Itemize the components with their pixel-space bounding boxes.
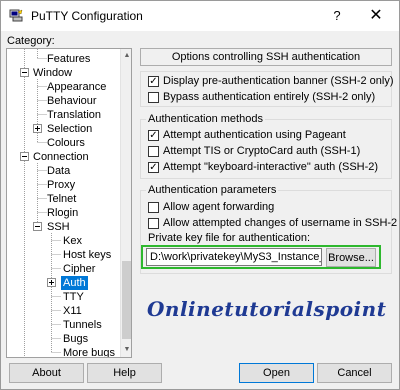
window-title: PuTTY Configuration	[31, 9, 143, 23]
expand-selection-icon[interactable]	[33, 124, 42, 133]
category-label: Category:	[7, 35, 55, 47]
tree-item-bugs[interactable]: Bugs	[63, 332, 88, 346]
collapse-window-icon[interactable]	[20, 68, 29, 77]
tree-item-rlogin[interactable]: Rlogin	[47, 206, 78, 220]
open-button[interactable]: Open	[239, 363, 314, 383]
tree-item-features[interactable]: Features	[47, 52, 90, 66]
about-button[interactable]: About	[9, 363, 84, 383]
tree-item-connection[interactable]: Connection	[33, 150, 89, 164]
watermark-text: Onlinetutorialspoint	[147, 297, 387, 321]
tree-item-proxy[interactable]: Proxy	[47, 178, 75, 192]
tree-item-tty[interactable]: TTY	[63, 290, 84, 304]
tree-item-ssh[interactable]: SSH	[47, 220, 70, 234]
close-window-button[interactable]: ✕	[359, 5, 393, 27]
panel-header: Options controlling SSH authentication	[140, 48, 392, 66]
auth-methods-title: Authentication methods	[146, 113, 265, 125]
tree-item-window[interactable]: Window	[33, 66, 72, 80]
tree-item-data[interactable]: Data	[47, 164, 70, 178]
tree-item-appearance[interactable]: Appearance	[47, 80, 106, 94]
username-change-checkbox[interactable]	[148, 218, 159, 229]
title-bar[interactable]: PuTTY Configuration ? ✕	[1, 1, 399, 31]
tree-item-x11[interactable]: X11	[63, 304, 82, 318]
keyboard-interactive-checkbox[interactable]: ✓	[148, 162, 159, 173]
auth-params-title: Authentication parameters	[146, 184, 279, 196]
scroll-up-arrow-icon[interactable]: ▲	[121, 49, 131, 63]
display-banner-checkbox[interactable]: ✓	[148, 76, 159, 87]
private-key-file-input[interactable]: D:\work\privatekey\MyS3_Instance_Priv	[146, 248, 322, 266]
agent-forwarding-checkbox[interactable]	[148, 202, 159, 213]
tree-item-colours[interactable]: Colours	[47, 136, 85, 150]
tree-item-auth[interactable]: Auth	[61, 276, 88, 290]
collapse-connection-icon[interactable]	[20, 152, 29, 161]
tis-checkbox[interactable]	[148, 146, 159, 157]
tree-item-cipher[interactable]: Cipher	[63, 262, 95, 276]
tree-scrollbar[interactable]: ▲ ▼	[120, 49, 131, 357]
tree-item-host-keys[interactable]: Host keys	[63, 248, 111, 262]
cancel-button[interactable]: Cancel	[317, 363, 392, 383]
putty-app-icon	[9, 9, 23, 22]
expand-auth-icon[interactable]	[47, 278, 56, 287]
key-file-label: Private key file for authentication:	[148, 232, 311, 244]
putty-configuration-window: PuTTY Configuration ? ✕ Category: Featur…	[0, 0, 400, 390]
tree-item-translation[interactable]: Translation	[47, 108, 101, 122]
tree-item-tunnels[interactable]: Tunnels	[63, 318, 102, 332]
help-button[interactable]: Help	[87, 363, 162, 383]
browse-button[interactable]: Browse...	[326, 248, 376, 267]
collapse-ssh-icon[interactable]	[33, 222, 42, 231]
tree-item-behaviour[interactable]: Behaviour	[47, 94, 97, 108]
scroll-down-arrow-icon[interactable]: ▼	[121, 343, 131, 357]
tree-item-kex[interactable]: Kex	[63, 234, 82, 248]
tree-item-telnet[interactable]: Telnet	[47, 192, 76, 206]
context-help-button[interactable]: ?	[323, 5, 351, 27]
tree-item-more-bugs[interactable]: More bugs	[63, 346, 115, 357]
tree-item-selection[interactable]: Selection	[47, 122, 92, 136]
pageant-checkbox[interactable]: ✓	[148, 130, 159, 141]
bypass-auth-checkbox[interactable]	[148, 92, 159, 103]
category-tree[interactable]: Features Window Appearance Behaviour Tra…	[6, 48, 132, 358]
scroll-thumb[interactable]	[122, 261, 131, 339]
